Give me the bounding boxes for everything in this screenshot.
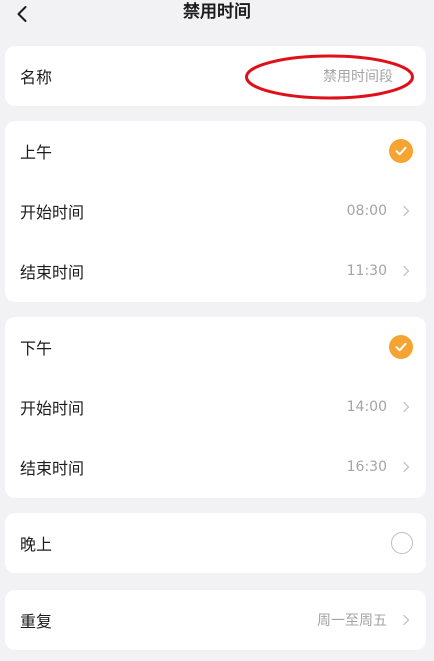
afternoon-end-label: 结束时间 <box>20 459 85 478</box>
morning-end-value: 11:30 <box>346 263 387 279</box>
repeat-card: 重复 周一至周五 <box>5 590 426 650</box>
afternoon-end-row[interactable]: 结束时间 16:30 <box>5 437 426 497</box>
morning-end-label: 结束时间 <box>20 263 85 282</box>
morning-label: 上午 <box>20 143 53 162</box>
afternoon-card: 下午 开始时间 14:00 结束时间 16:30 <box>5 317 426 498</box>
afternoon-label: 下午 <box>20 339 53 358</box>
evening-toggle-row[interactable]: 晚上 <box>5 513 426 573</box>
page-title: 禁用时间 <box>183 2 251 22</box>
morning-start-row[interactable]: 开始时间 08:00 <box>5 181 426 241</box>
name-card: 名称 禁用时间段 <box>5 46 426 106</box>
chevron-right-icon <box>403 401 410 413</box>
chevron-right-icon <box>403 614 410 626</box>
chevron-right-icon <box>403 461 410 473</box>
nav-bar: 禁用时间 <box>0 0 434 36</box>
evening-unchecked-circle-icon[interactable] <box>391 532 413 554</box>
morning-end-row[interactable]: 结束时间 11:30 <box>5 241 426 301</box>
name-label: 名称 <box>20 68 53 87</box>
afternoon-start-label: 开始时间 <box>20 399 85 418</box>
chevron-right-icon <box>403 205 410 217</box>
name-row[interactable]: 名称 禁用时间段 <box>5 46 426 106</box>
morning-check-icon[interactable] <box>389 139 413 163</box>
morning-start-value: 08:00 <box>346 203 387 219</box>
repeat-value: 周一至周五 <box>317 613 387 629</box>
afternoon-end-value: 16:30 <box>346 459 387 475</box>
chevron-right-icon <box>403 265 410 277</box>
afternoon-start-value: 14:00 <box>346 399 387 415</box>
afternoon-start-row[interactable]: 开始时间 14:00 <box>5 377 426 437</box>
repeat-label: 重复 <box>20 612 53 631</box>
evening-card: 晚上 <box>5 513 426 573</box>
morning-toggle-row[interactable]: 上午 <box>5 121 426 181</box>
afternoon-toggle-row[interactable]: 下午 <box>5 317 426 377</box>
name-value: 禁用时间段 <box>323 69 393 85</box>
afternoon-check-icon[interactable] <box>389 335 413 359</box>
evening-label: 晚上 <box>20 535 53 554</box>
morning-card: 上午 开始时间 08:00 结束时间 11:30 <box>5 121 426 302</box>
repeat-row[interactable]: 重复 周一至周五 <box>5 590 426 650</box>
morning-start-label: 开始时间 <box>20 203 85 222</box>
